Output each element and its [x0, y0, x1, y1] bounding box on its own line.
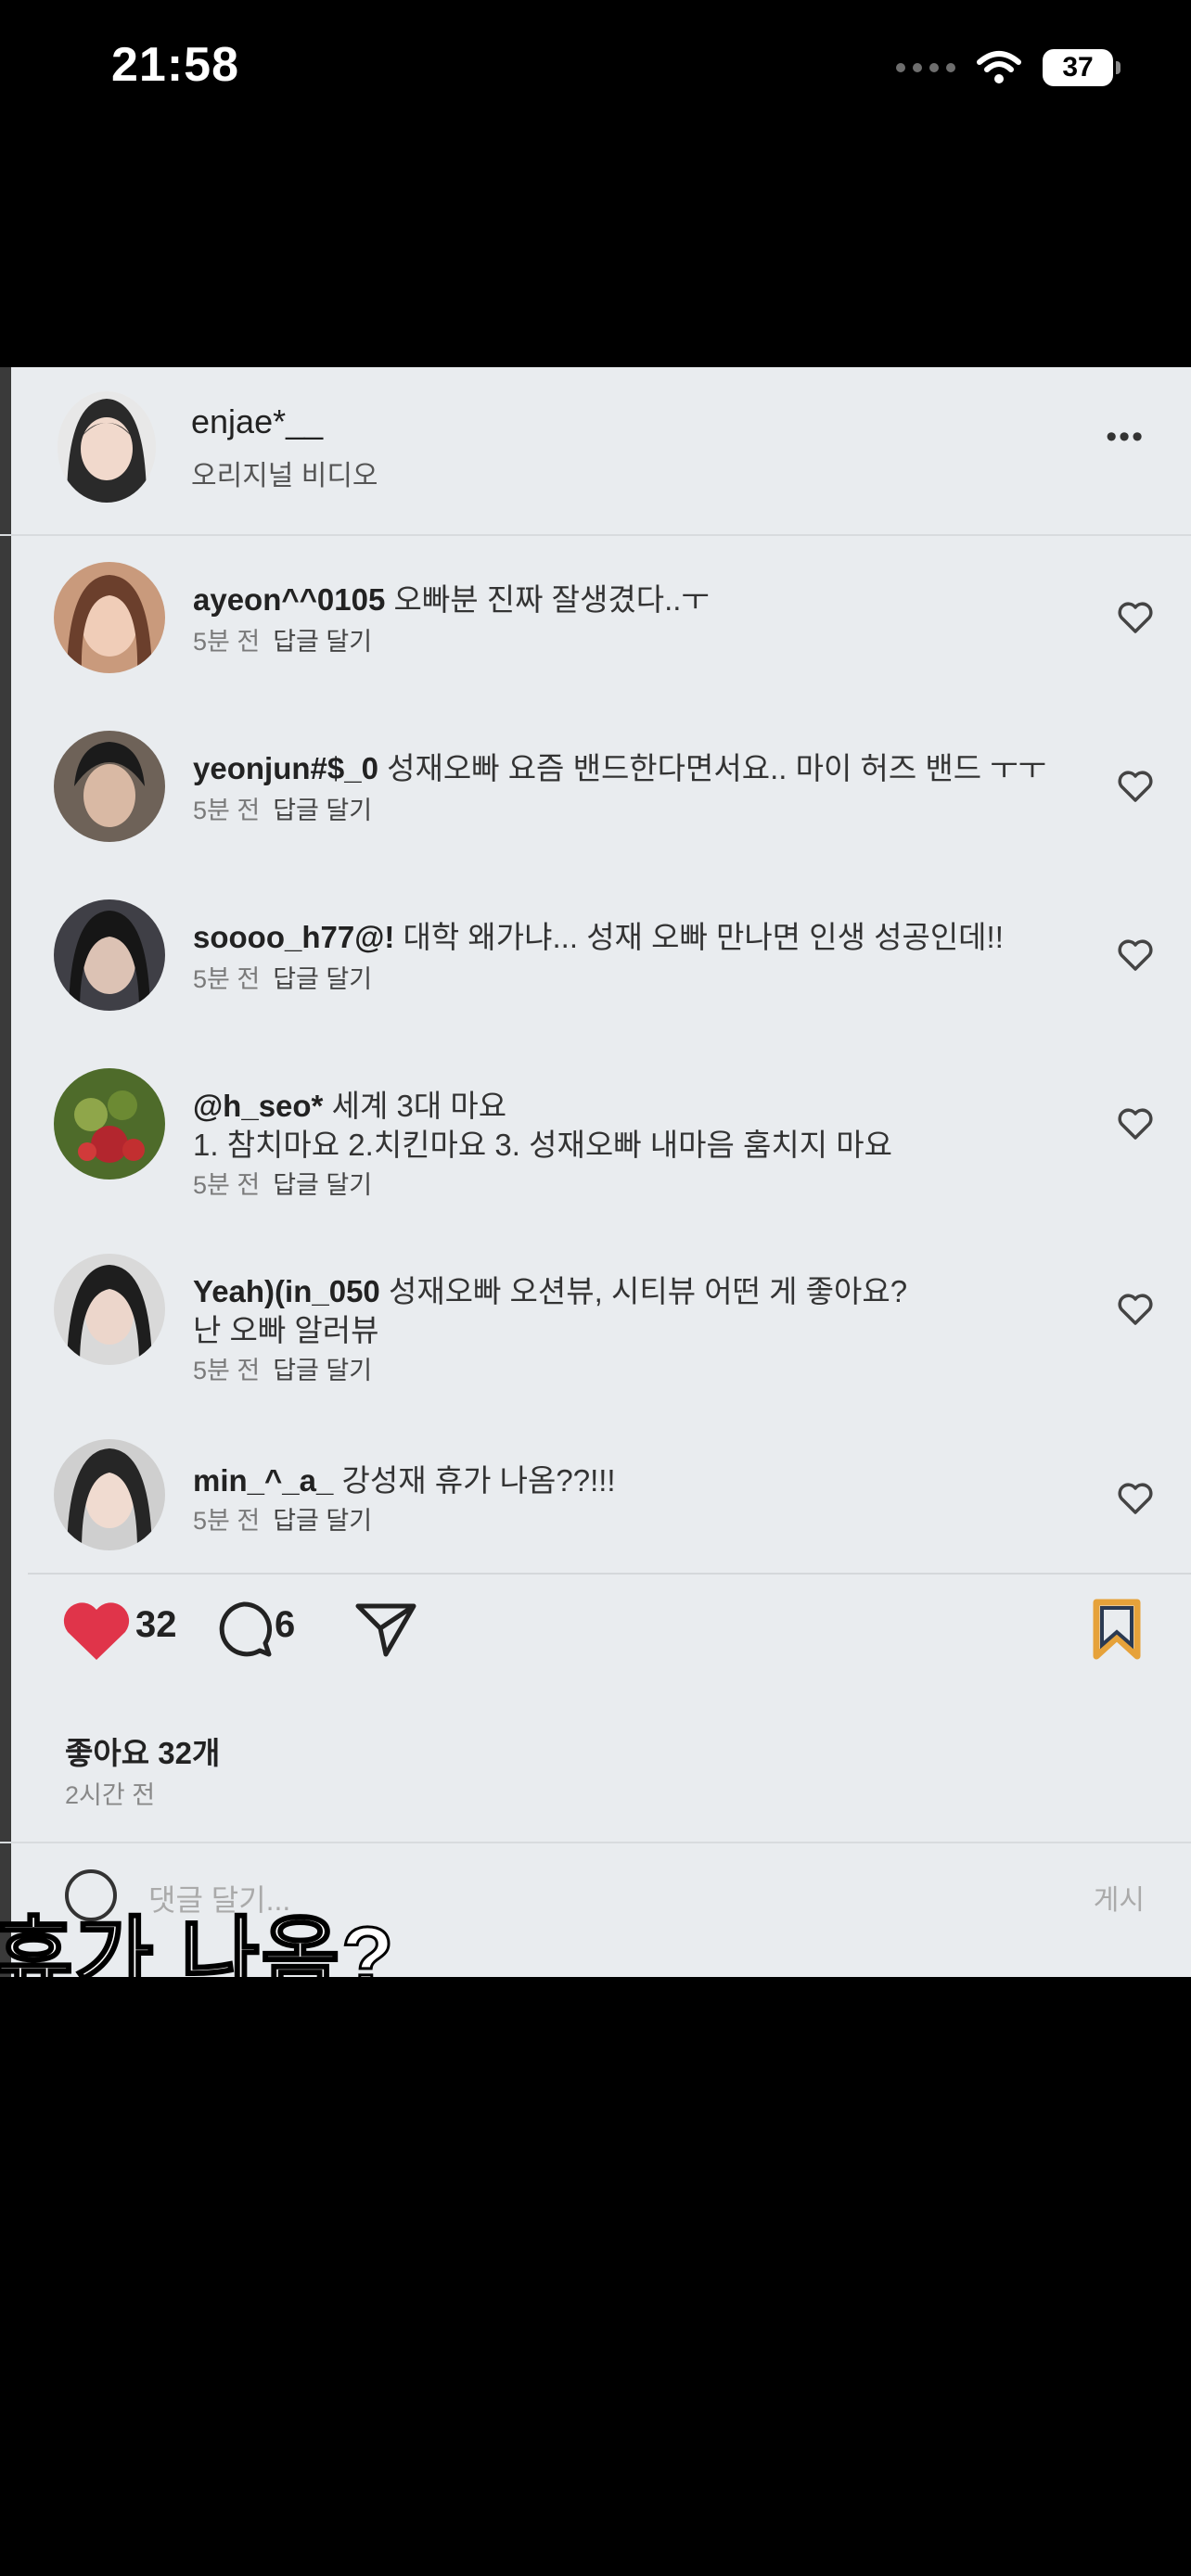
reply-button[interactable]: 답글 달기 — [273, 1171, 372, 1199]
like-count: 32 — [135, 1604, 177, 1645]
comment-username[interactable]: @h_seo* — [193, 1089, 323, 1123]
comment-time: 5분 전 — [193, 965, 261, 993]
comment-time: 5분 전 — [193, 628, 261, 656]
commenter-avatar[interactable] — [54, 1439, 165, 1550]
heart-icon[interactable] — [1117, 770, 1154, 803]
comment-item: soooo_h77@! 대학 왜가냐... 성재 오빠 만나면 인생 성공인데!… — [0, 899, 1191, 1048]
comment-bubble-icon[interactable] — [213, 1599, 275, 1660]
heart-icon[interactable] — [1117, 938, 1154, 972]
commenter-avatar[interactable] — [54, 1068, 165, 1180]
comment-text: 성재오빠 오션뷰, 시티뷰 어떤 게 좋아요? — [388, 1274, 908, 1308]
comment-username[interactable]: min_^_a_ — [193, 1463, 333, 1498]
heart-icon[interactable] — [1117, 1482, 1154, 1515]
comment-text: 성재오빠 요즘 밴드한다면서요.. 마이 허즈 밴드 ㅜㅜ — [387, 751, 1047, 785]
reply-button[interactable]: 답글 달기 — [273, 797, 372, 824]
comment-time: 5분 전 — [193, 797, 261, 824]
comment-item: yeonjun#$_0 성재오빠 요즘 밴드한다면서요.. 마이 허즈 밴드 ㅜ… — [0, 731, 1191, 879]
comment-item: min_^_a_ 강성재 휴가 나옴??!!! 5분 전 답글 달기 — [0, 1439, 1191, 1560]
video-frame[interactable]: enjae*__ 오리지널 비디오 ••• ayeon^^0105 오빠분 진짜… — [0, 367, 1191, 1977]
reply-button[interactable]: 답글 달기 — [273, 1507, 372, 1535]
bookmark-icon[interactable] — [1089, 1597, 1145, 1662]
more-options-icon[interactable]: ••• — [1106, 419, 1145, 455]
status-icons: 37 — [896, 43, 1121, 93]
status-bar: 21:58 37 — [0, 0, 1191, 139]
comment-username[interactable]: ayeon^^0105 — [193, 582, 385, 617]
comment-text: 대학 왜가냐... 성재 오빠 만나면 인생 성공인데!! — [403, 920, 1004, 954]
commenter-avatar[interactable] — [54, 899, 165, 1011]
comment-time: 5분 전 — [193, 1171, 261, 1199]
reply-button[interactable]: 답글 달기 — [273, 628, 372, 656]
comment-text: 세계 3대 마요 — [331, 1089, 507, 1123]
comment-text-line2: 1. 참치마요 2.치킨마요 3. 성재오빠 내마음 훔치지 마요 — [193, 1128, 892, 1162]
comment-text: 강성재 휴가 나옴??!!! — [341, 1463, 616, 1498]
comment-item: ayeon^^0105 오빠분 진짜 잘생겼다..ㅜ 5분 전 답글 달기 — [0, 562, 1191, 710]
comment-username[interactable]: Yeah)(in_050 — [193, 1274, 380, 1308]
comment-item: @h_seo* 세계 3대 마요 1. 참치마요 2.치킨마요 3. 성재오빠 … — [0, 1068, 1191, 1244]
commenter-avatar[interactable] — [54, 1254, 165, 1365]
like-heart-icon[interactable] — [59, 1599, 134, 1664]
commenter-avatar[interactable] — [54, 731, 165, 842]
comment-time: 5분 전 — [193, 1507, 261, 1535]
battery-icon: 37 — [1043, 49, 1121, 86]
post-comment-button[interactable]: 게시 — [1094, 1877, 1145, 1918]
heart-icon[interactable] — [1117, 601, 1154, 634]
comment-username[interactable]: yeonjun#$_0 — [193, 751, 378, 785]
comment-item: Yeah)(in_050 성재오빠 오션뷰, 시티뷰 어떤 게 좋아요? 난 오… — [0, 1254, 1191, 1430]
video-subtitle: 휴가 나옴? — [0, 1909, 396, 1978]
comment-text: 오빠분 진짜 잘생겼다..ㅜ — [393, 582, 710, 617]
heart-icon[interactable] — [1117, 1293, 1154, 1326]
comment-count: 6 — [275, 1604, 296, 1645]
comment-username[interactable]: soooo_h77@! — [193, 920, 394, 954]
reply-button[interactable]: 답글 달기 — [273, 965, 372, 993]
post-header: enjae*__ 오리지널 비디오 ••• — [0, 367, 1191, 536]
owner-avatar[interactable] — [58, 391, 156, 503]
commenter-avatar[interactable] — [54, 562, 165, 673]
audio-label[interactable]: 오리지널 비디오 — [191, 453, 378, 493]
comments-divider — [28, 1573, 1191, 1575]
comment-text-line2: 난 오빠 알러뷰 — [193, 1313, 379, 1347]
wifi-icon — [977, 51, 1021, 83]
comment-time: 5분 전 — [193, 1357, 261, 1384]
share-send-icon[interactable] — [352, 1599, 419, 1660]
action-bar: 32 6 — [0, 1593, 1191, 1677]
post-time: 2시간 전 — [65, 1781, 156, 1809]
reply-button[interactable]: 답글 달기 — [273, 1357, 372, 1384]
likes-summary[interactable]: 좋아요 32개 — [65, 1728, 220, 1773]
heart-icon[interactable] — [1117, 1107, 1154, 1141]
status-time: 21:58 — [111, 38, 239, 92]
cellular-signal-icon — [896, 63, 955, 72]
owner-username[interactable]: enjae*__ — [191, 402, 323, 441]
